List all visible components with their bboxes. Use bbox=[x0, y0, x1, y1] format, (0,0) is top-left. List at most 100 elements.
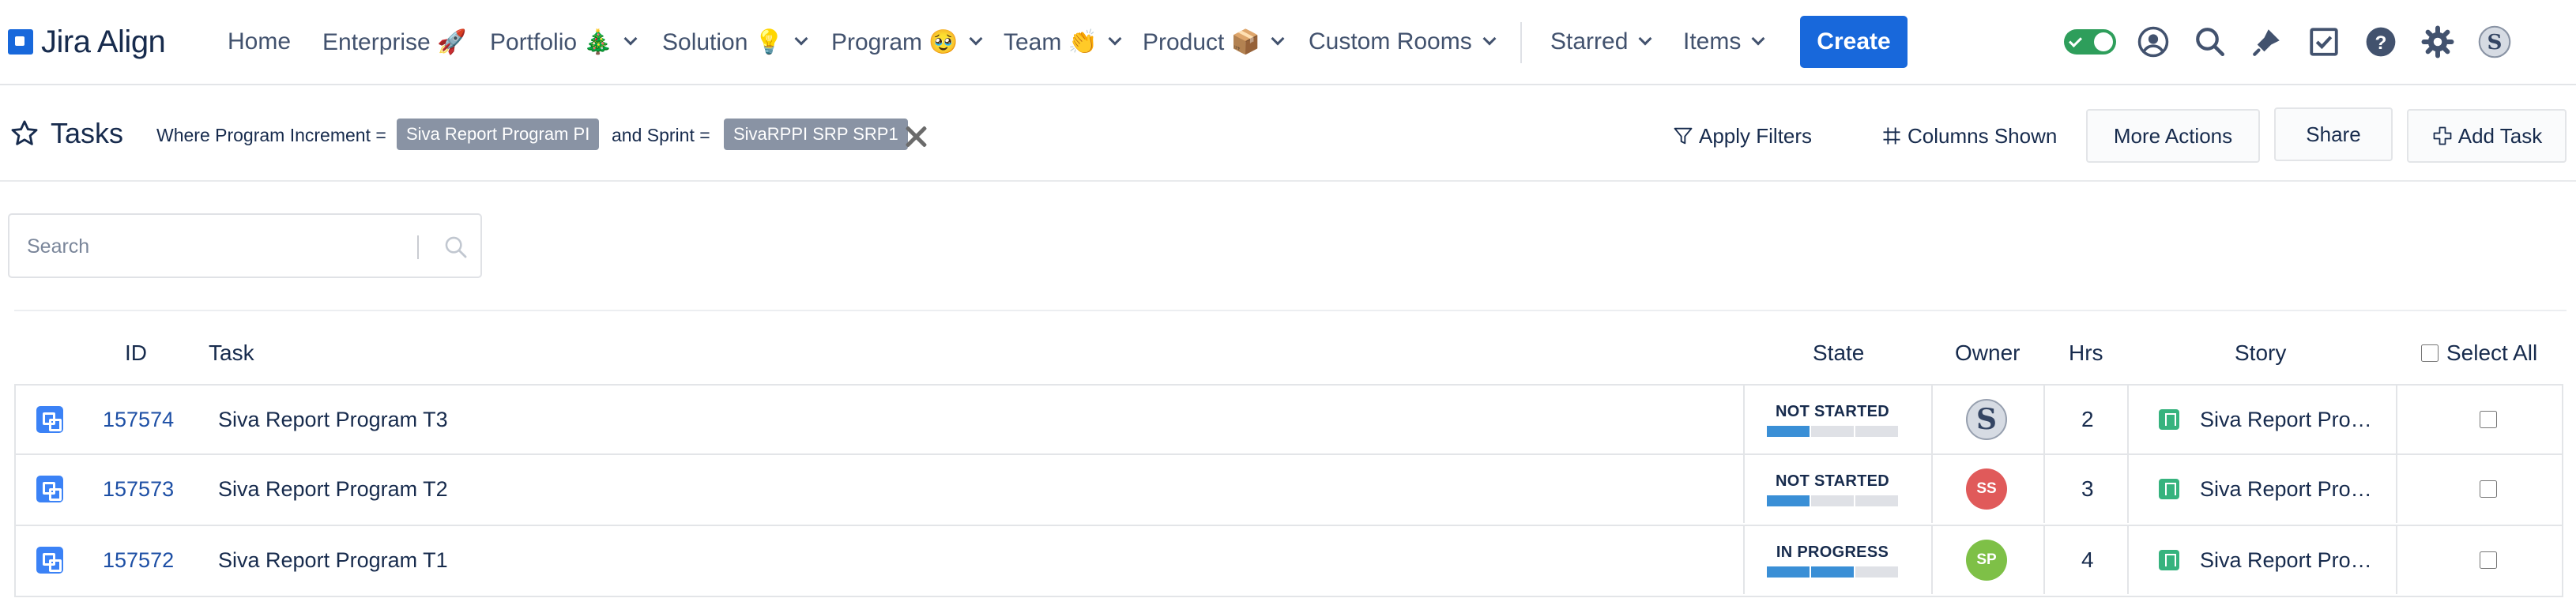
progress-segment bbox=[1811, 425, 1854, 437]
state-indicator[interactable]: IN PROGRESS bbox=[1765, 544, 1900, 578]
nav-solution[interactable]: Solution 💡 bbox=[662, 24, 808, 60]
clear-filter-icon[interactable] bbox=[902, 123, 929, 150]
hrs-cell: 4 bbox=[2081, 526, 2094, 594]
column-header-owner[interactable]: Owner bbox=[1955, 325, 2020, 381]
search-input[interactable] bbox=[27, 232, 406, 261]
chevron-down-icon bbox=[1108, 32, 1122, 46]
story-icon bbox=[2159, 550, 2179, 570]
column-divider bbox=[2396, 455, 2397, 523]
nav-items[interactable]: Items bbox=[1683, 24, 1765, 60]
owner-avatar[interactable]: S bbox=[1966, 399, 2007, 440]
user-profile-icon[interactable] bbox=[2135, 24, 2171, 60]
filter-sprint-chip[interactable]: SivaRPPI SRP SRP1 bbox=[724, 119, 908, 150]
column-divider bbox=[2043, 455, 2045, 523]
nav-home[interactable]: Home bbox=[228, 24, 291, 60]
logo-text: Jira Align bbox=[41, 24, 166, 59]
task-id-cell: 157573 bbox=[103, 455, 174, 523]
column-header-story[interactable]: Story bbox=[2235, 325, 2286, 381]
table-row[interactable]: 157572 Siva Report Program T1 IN PROGRES… bbox=[14, 526, 2563, 597]
row-checkbox[interactable] bbox=[2480, 411, 2497, 428]
search-icon[interactable] bbox=[2192, 24, 2228, 60]
column-header-id[interactable]: ID bbox=[125, 325, 147, 381]
state-progress-bar bbox=[1767, 425, 1898, 437]
table-header: ID Task State Owner Hrs Story Select All bbox=[14, 325, 2563, 381]
story-cell: Siva Report Pro… bbox=[2159, 526, 2372, 594]
progress-segment bbox=[1855, 495, 1898, 506]
story-link[interactable]: Siva Report Pro… bbox=[2200, 477, 2372, 502]
select-cell bbox=[2480, 386, 2497, 453]
checklist-icon[interactable] bbox=[2306, 24, 2342, 60]
story-icon bbox=[2159, 479, 2179, 499]
state-cell: IN PROGRESS bbox=[1765, 526, 1900, 594]
row-checkbox[interactable] bbox=[2480, 480, 2497, 498]
share-button[interactable]: Share bbox=[2274, 107, 2393, 161]
story-link[interactable]: Siva Report Pro… bbox=[2200, 408, 2372, 432]
column-divider bbox=[2127, 386, 2129, 453]
nav-starred[interactable]: Starred bbox=[1550, 24, 1652, 60]
row-checkbox[interactable] bbox=[2480, 551, 2497, 569]
task-name[interactable]: Siva Report Program T3 bbox=[218, 408, 448, 432]
task-name[interactable]: Siva Report Program T2 bbox=[218, 477, 448, 502]
nav-team[interactable]: Team 👏 bbox=[1004, 24, 1122, 60]
filter-pi-label: Where Program Increment = bbox=[156, 125, 386, 145]
task-name[interactable]: Siva Report Program T1 bbox=[218, 548, 448, 573]
nav-enterprise[interactable]: Enterprise 🚀 bbox=[322, 24, 466, 60]
owner-avatar[interactable]: SS bbox=[1966, 468, 2007, 510]
more-actions-button[interactable]: More Actions bbox=[2086, 109, 2260, 163]
task-id-link[interactable]: 157573 bbox=[103, 477, 174, 502]
select-cell bbox=[2480, 455, 2497, 523]
svg-text:S: S bbox=[1976, 403, 1997, 436]
add-task-button[interactable]: Add Task bbox=[2407, 109, 2567, 163]
column-header-state[interactable]: State bbox=[1813, 325, 1864, 381]
create-button[interactable]: Create bbox=[1800, 16, 1908, 68]
column-divider bbox=[1931, 526, 1933, 594]
task-type-icon bbox=[36, 406, 63, 433]
filter-pi-chip[interactable]: Siva Report Program PI bbox=[397, 119, 600, 150]
theme-toggle[interactable] bbox=[2064, 29, 2116, 55]
state-indicator[interactable]: NOT STARTED bbox=[1765, 472, 1900, 506]
notifications-icon[interactable] bbox=[2249, 24, 2285, 60]
story-icon bbox=[2159, 409, 2179, 430]
owner-avatar[interactable]: SP bbox=[1966, 540, 2007, 581]
table-row[interactable]: 157573 Siva Report Program T2 NOT STARTE… bbox=[14, 455, 2563, 526]
column-divider bbox=[1743, 455, 1745, 523]
chevron-down-icon bbox=[969, 32, 983, 46]
nav-starred-label: Starred bbox=[1550, 28, 1629, 55]
nav-enterprise-label: Enterprise 🚀 bbox=[322, 28, 467, 55]
jira-align-logo[interactable]: Jira Align bbox=[8, 22, 166, 62]
search-icon[interactable] bbox=[443, 234, 469, 261]
help-icon[interactable]: ? bbox=[2363, 24, 2399, 60]
state-label: NOT STARTED bbox=[1775, 402, 1890, 420]
state-indicator[interactable]: NOT STARTED bbox=[1765, 403, 1900, 437]
settings-icon[interactable] bbox=[2420, 24, 2456, 60]
story-cell: Siva Report Pro… bbox=[2159, 386, 2372, 453]
progress-segment bbox=[1811, 566, 1854, 578]
apply-filters-label: Apply Filters bbox=[1699, 123, 1813, 148]
nav-custom-rooms[interactable]: Custom Rooms bbox=[1309, 24, 1497, 60]
column-header-hrs[interactable]: Hrs bbox=[2069, 325, 2103, 381]
toggle-knob bbox=[2094, 32, 2113, 51]
column-header-task[interactable]: Task bbox=[209, 325, 254, 381]
column-divider bbox=[1931, 386, 1933, 453]
owner-initials: SP bbox=[1976, 551, 1997, 568]
user-avatar[interactable]: S bbox=[2476, 24, 2513, 60]
table-row[interactable]: 157574 Siva Report Program T3 NOT STARTE… bbox=[14, 384, 2563, 455]
nav-portfolio[interactable]: Portfolio 🎄 bbox=[490, 24, 638, 60]
columns-shown-button[interactable]: Columns Shown bbox=[1881, 117, 2057, 155]
search-divider bbox=[417, 235, 419, 259]
task-type-cell bbox=[36, 455, 63, 523]
select-all[interactable]: Select All bbox=[2421, 325, 2537, 381]
nav-program[interactable]: Program 🥹 bbox=[831, 24, 983, 60]
select-all-checkbox[interactable] bbox=[2421, 344, 2439, 362]
filter-sprint-label: and Sprint = bbox=[612, 125, 710, 145]
apply-filters-button[interactable]: Apply Filters bbox=[1672, 117, 1812, 155]
star-icon[interactable] bbox=[9, 119, 40, 149]
task-id-link[interactable]: 157572 bbox=[103, 548, 174, 573]
nav-product[interactable]: Product 📦 bbox=[1143, 24, 1285, 60]
nav-portfolio-label: Portfolio 🎄 bbox=[490, 28, 613, 55]
task-id-link[interactable]: 157574 bbox=[103, 408, 174, 432]
progress-segment bbox=[1767, 566, 1810, 578]
state-progress-bar bbox=[1767, 495, 1898, 506]
story-link[interactable]: Siva Report Pro… bbox=[2200, 548, 2372, 573]
task-type-cell bbox=[36, 386, 63, 453]
